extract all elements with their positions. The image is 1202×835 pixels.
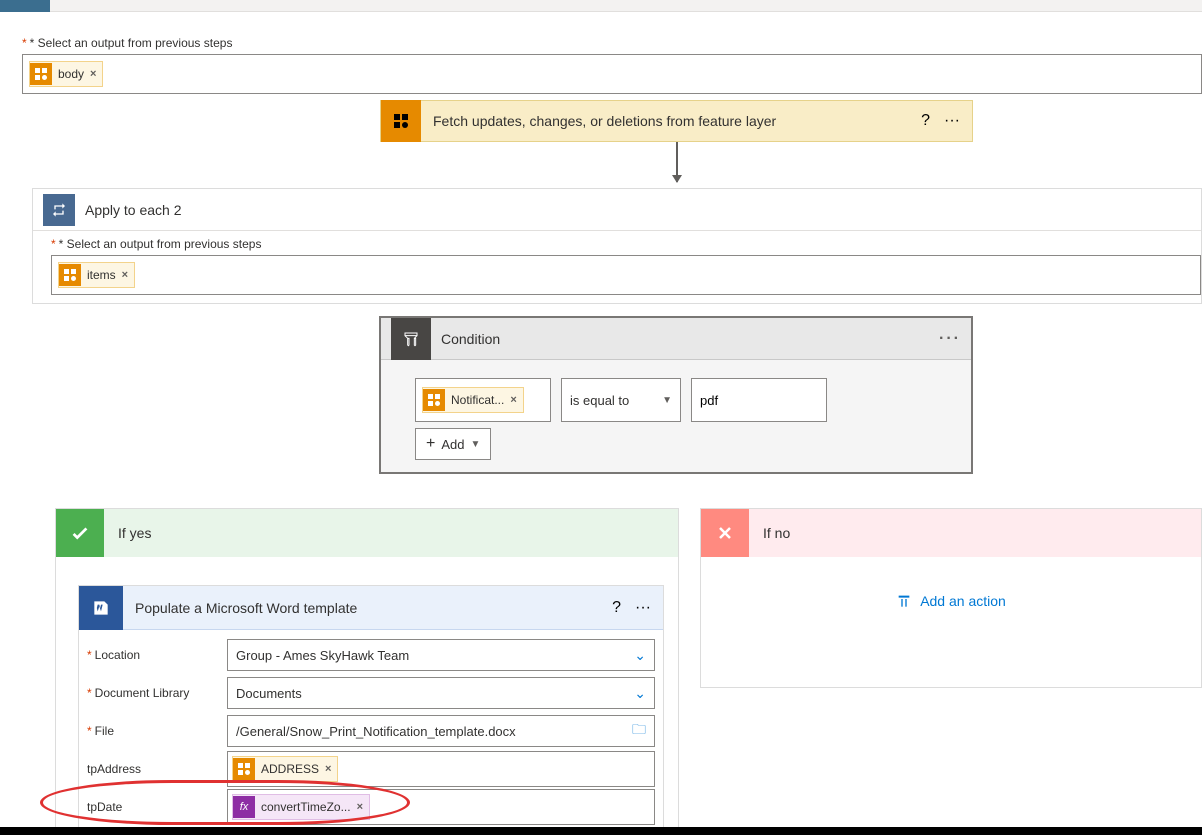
survey123-icon	[423, 389, 445, 411]
chevron-down-icon: ▼	[662, 395, 672, 406]
location-label: Location	[87, 648, 140, 662]
chevron-down-icon: ⌄	[634, 647, 646, 664]
survey123-icon	[59, 264, 81, 286]
output-label-outer: * Select an output from previous steps	[22, 36, 232, 50]
if-no-label: If no	[763, 525, 790, 541]
outer-output-field[interactable]: body ×	[22, 54, 1202, 94]
help-icon[interactable]: ?	[612, 599, 621, 617]
apply-title: Apply to each 2	[85, 202, 182, 218]
output-label-inner: * Select an output from previous steps	[51, 237, 261, 251]
remove-icon[interactable]: ×	[90, 68, 96, 80]
token-converttimezone[interactable]: fx convertTimeZo... ×	[232, 794, 370, 820]
tpaddress-field[interactable]: ADDRESS ×	[227, 751, 655, 787]
fetch-card[interactable]: Fetch updates, changes, or deletions fro…	[380, 100, 973, 142]
more-icon[interactable]: ···	[635, 599, 651, 617]
library-select[interactable]: Documents ⌄	[227, 677, 655, 709]
apply-to-each-card[interactable]: Apply to each 2 * Select an output from …	[32, 188, 1202, 304]
survey123-icon	[233, 758, 255, 780]
library-label: Document Library	[87, 686, 189, 700]
token-address[interactable]: ADDRESS ×	[232, 756, 338, 782]
close-icon	[701, 509, 749, 557]
help-icon[interactable]: ?	[921, 112, 930, 130]
remove-icon[interactable]: ×	[510, 394, 516, 406]
word-action-card[interactable]: Populate a Microsoft Word template ? ···…	[78, 585, 664, 833]
survey123-icon	[30, 63, 52, 85]
token-items[interactable]: items ×	[58, 262, 135, 288]
loop-icon	[43, 194, 75, 226]
tpdate-field[interactable]: fx convertTimeZo... ×	[227, 789, 655, 825]
remove-icon[interactable]: ×	[325, 763, 331, 775]
survey123-icon	[381, 100, 421, 142]
condition-icon	[391, 318, 431, 360]
condition-title: Condition	[441, 331, 500, 347]
condition-lhs[interactable]: Notificat... ×	[415, 378, 551, 422]
flow-arrow-icon	[676, 142, 678, 182]
token-notification[interactable]: Notificat... ×	[422, 387, 524, 413]
folder-icon[interactable]: 🗀	[632, 719, 646, 743]
inner-output-field[interactable]: items ×	[51, 255, 1201, 295]
add-condition-row[interactable]: + Add ▼	[415, 428, 491, 460]
if-no-branch: If no Add an action	[700, 508, 1202, 688]
check-icon	[56, 509, 104, 557]
add-action-button[interactable]: Add an action	[701, 593, 1201, 609]
condition-card[interactable]: Condition ··· Notificat... × is equal to…	[379, 316, 973, 474]
chevron-down-icon: ▼	[470, 439, 480, 450]
plus-icon: +	[426, 435, 435, 453]
tpdate-label: tpDate	[87, 800, 227, 814]
add-action-icon	[896, 593, 912, 609]
chevron-down-icon: ⌄	[634, 685, 646, 702]
file-input[interactable]: /General/Snow_Print_Notification_templat…	[227, 715, 655, 747]
remove-icon[interactable]: ×	[357, 801, 363, 813]
remove-icon[interactable]: ×	[122, 269, 128, 281]
fx-icon: fx	[233, 796, 255, 818]
fetch-title: Fetch updates, changes, or deletions fro…	[433, 113, 776, 129]
token-body[interactable]: body ×	[29, 61, 103, 87]
location-select[interactable]: Group - Ames SkyHawk Team ⌄	[227, 639, 655, 671]
more-icon[interactable]: ···	[944, 112, 960, 130]
condition-operator[interactable]: is equal to ▼	[561, 378, 681, 422]
if-yes-label: If yes	[118, 525, 151, 541]
word-title[interactable]: Populate a Microsoft Word template	[135, 600, 357, 616]
if-yes-branch: If yes Populate a Microsoft Word templat…	[55, 508, 679, 828]
condition-rhs[interactable]: pdf	[691, 378, 827, 422]
file-label: File	[87, 724, 114, 738]
tpaddress-label: tpAddress	[87, 762, 227, 776]
more-icon[interactable]: ···	[939, 330, 961, 348]
word-icon	[79, 586, 123, 630]
